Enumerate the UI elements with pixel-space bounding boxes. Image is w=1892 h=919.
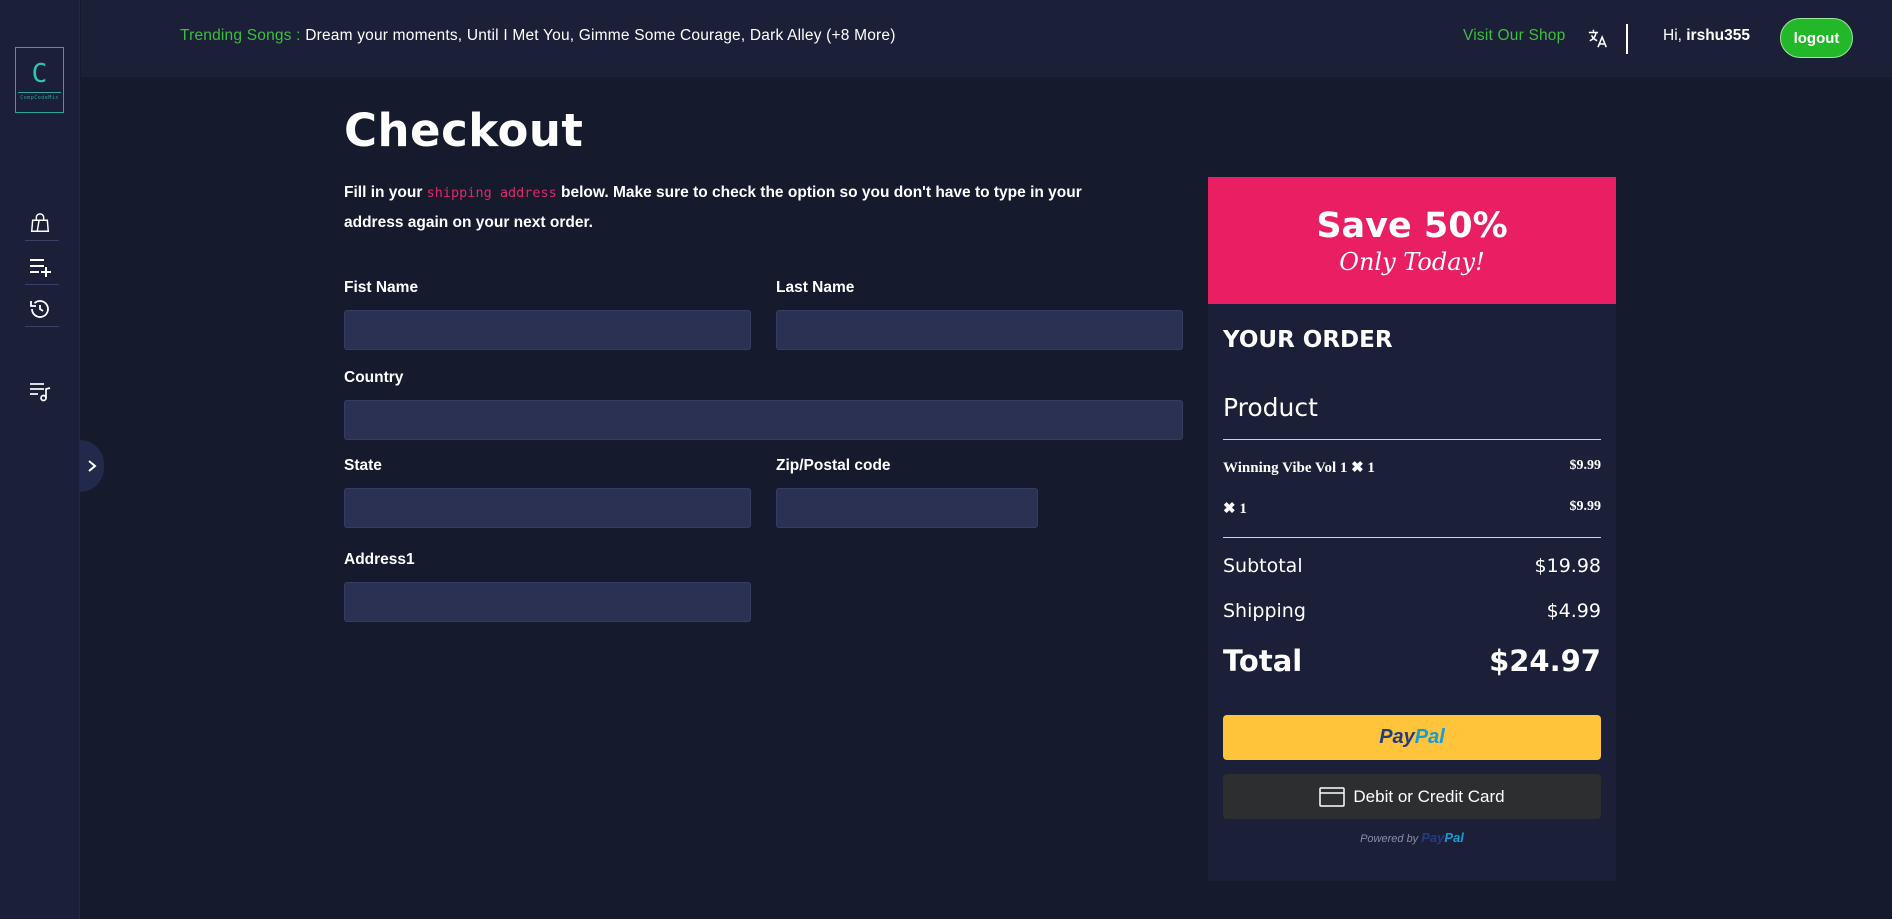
logo-divider [18, 92, 61, 93]
paypal-logo-pal: Pal [1414, 726, 1445, 748]
order-heading: YOUR ORDER [1223, 327, 1393, 353]
last-name-label: Last Name [776, 279, 855, 296]
sidebar-divider [25, 326, 59, 327]
paypal-logo-pal: Pal [1444, 830, 1464, 845]
order-summary: Save 50% Only Today! YOUR ORDER Product … [1208, 177, 1616, 881]
top-bar: Trending Songs : Dream your moments, Unt… [81, 0, 1892, 77]
paypal-button[interactable]: Pay Pal [1223, 715, 1601, 760]
country-field[interactable] [344, 400, 1183, 440]
trending-songs: Trending Songs : Dream your moments, Unt… [180, 27, 896, 45]
logo-subtitle: CompCodeMix [20, 95, 59, 101]
shipping-row: Shipping $4.99 [1223, 600, 1601, 622]
intro-text-start: Fill in your [344, 184, 427, 201]
sidebar-divider [25, 240, 59, 241]
shipping-label: Shipping [1223, 600, 1306, 622]
first-name-label: Fist Name [344, 279, 419, 296]
intro-highlight: shipping address [426, 185, 557, 201]
powered-by-label: Powered by [1360, 833, 1422, 845]
total-label: Total [1223, 644, 1303, 678]
product-heading: Product [1223, 393, 1318, 422]
paypal-logo-pay: Pay [1421, 830, 1445, 845]
logout-button[interactable]: logout [1780, 18, 1853, 58]
total-row: Total $24.97 [1223, 644, 1601, 678]
shipping-value: $4.99 [1546, 600, 1601, 622]
checkout-instructions: Fill in your shipping address below. Mak… [344, 178, 1134, 238]
zip-code-label: Zip/Postal code [776, 457, 891, 474]
history-icon[interactable] [25, 294, 55, 324]
logo-letter: C [31, 59, 48, 89]
country-label: Country [344, 369, 404, 386]
item-name: ✖ 1 [1223, 501, 1247, 517]
add-to-playlist-icon[interactable] [25, 251, 55, 281]
promo-banner: Save 50% Only Today! [1208, 177, 1616, 304]
paypal-logo-pay: Pay [1379, 726, 1415, 748]
chevron-right-icon [88, 460, 97, 472]
username: irshu355 [1686, 27, 1751, 44]
powered-by-paypal: Powered by PayPal [1208, 830, 1616, 845]
user-greeting: Hi, irshu355 [1663, 27, 1750, 45]
visit-shop-link[interactable]: Visit Our Shop [1463, 27, 1565, 45]
music-queue-icon[interactable] [25, 376, 55, 406]
promo-subtitle: Only Today! [1339, 247, 1485, 276]
trending-label: Trending Songs : [180, 27, 306, 44]
translate-icon[interactable] [1587, 27, 1609, 49]
card-button-label: Debit or Credit Card [1353, 786, 1505, 806]
last-name-field[interactable] [776, 310, 1183, 350]
item-price: $9.99 [1569, 458, 1602, 473]
shopping-bag-icon[interactable] [25, 208, 55, 238]
first-name-field[interactable] [344, 310, 751, 350]
address1-field[interactable] [344, 582, 751, 622]
item-price: $9.99 [1569, 499, 1602, 514]
state-field[interactable] [344, 488, 751, 528]
total-value: $24.97 [1489, 644, 1601, 678]
sidebar: C CompCodeMix [0, 0, 80, 919]
trending-song-list[interactable]: Dream your moments, Until I Met You, Gim… [305, 27, 895, 44]
credit-card-icon [1319, 786, 1346, 807]
subtotal-value: $19.98 [1534, 555, 1601, 577]
debit-credit-card-button[interactable]: Debit or Credit Card [1223, 774, 1601, 819]
subtotal-label: Subtotal [1223, 555, 1303, 577]
order-line-item: Winning Vibe Vol 1 ✖ 1 $9.99 [1223, 458, 1601, 477]
state-label: State [344, 457, 382, 474]
zip-code-field[interactable] [776, 488, 1038, 528]
promo-title: Save 50% [1316, 205, 1508, 246]
item-name: Winning Vibe Vol 1 ✖ 1 [1223, 460, 1375, 476]
page-title: Checkout [344, 104, 584, 157]
sidebar-divider [25, 284, 59, 285]
order-divider [1223, 537, 1601, 538]
subtotal-row: Subtotal $19.98 [1223, 555, 1601, 577]
sidebar-expand-button[interactable] [80, 440, 104, 492]
order-line-item: ✖ 1 $9.99 [1223, 499, 1601, 518]
address1-label: Address1 [344, 551, 415, 568]
greeting-prefix: Hi, [1663, 27, 1687, 44]
topbar-divider [1626, 24, 1628, 54]
order-divider [1223, 439, 1601, 440]
logo[interactable]: C CompCodeMix [15, 47, 64, 113]
